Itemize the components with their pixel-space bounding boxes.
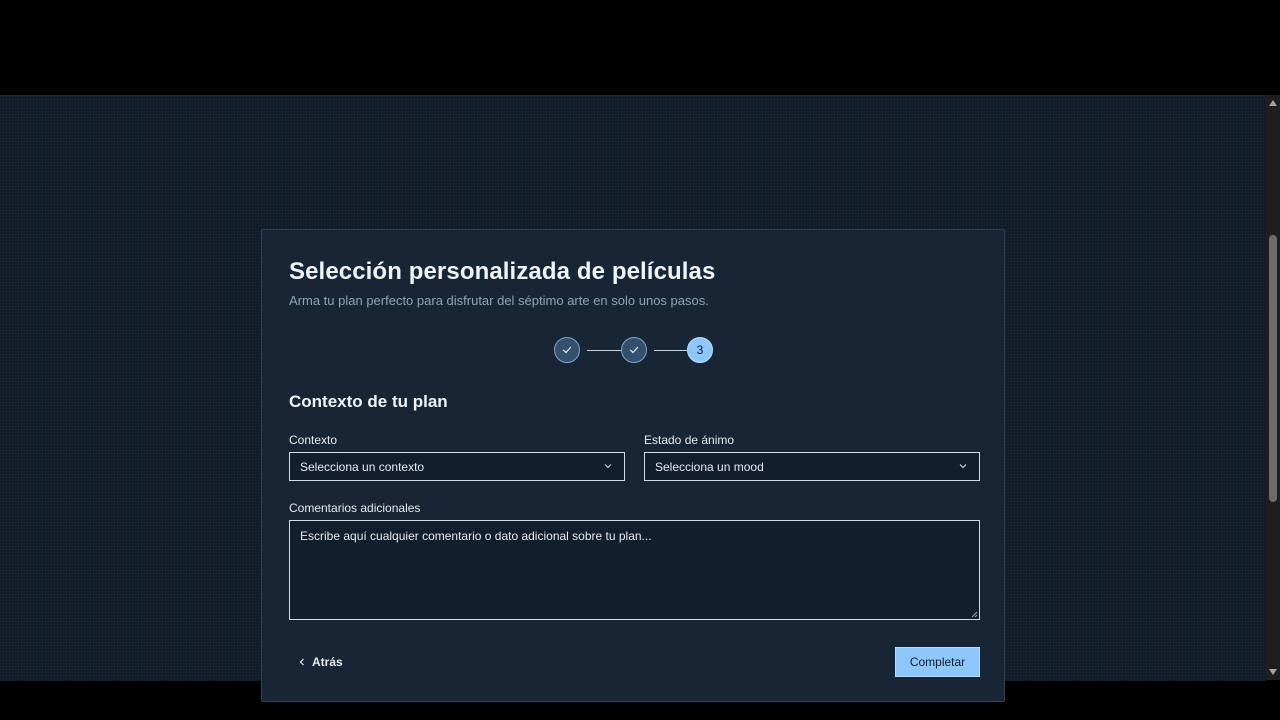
comments-textarea[interactable]: Escribe aquí cualquier comentario o dato… bbox=[289, 520, 980, 620]
scroll-down-icon[interactable] bbox=[1269, 669, 1277, 675]
form-card: Selección personalizada de películas Arm… bbox=[261, 229, 1005, 702]
chevron-down-icon bbox=[959, 464, 967, 469]
stepper: 3 bbox=[554, 337, 715, 365]
context-select-value: Selecciona un contexto bbox=[300, 459, 425, 474]
mood-select-value: Selecciona un mood bbox=[655, 459, 764, 474]
step-number: 3 bbox=[696, 343, 704, 357]
page-title: Selección personalizada de películas bbox=[289, 258, 716, 285]
comments-placeholder: Escribe aquí cualquier comentario o dato… bbox=[300, 529, 652, 543]
mood-select[interactable]: Selecciona un mood bbox=[644, 452, 980, 481]
scrollbar-thumb[interactable] bbox=[1269, 235, 1277, 502]
context-select[interactable]: Selecciona un contexto bbox=[289, 452, 625, 481]
check-icon bbox=[629, 346, 639, 354]
page-subtitle: Arma tu plan perfecto para disfrutar del… bbox=[289, 293, 709, 308]
step-connector bbox=[654, 350, 687, 351]
resize-grip-icon[interactable] bbox=[971, 611, 978, 618]
chevron-down-icon bbox=[604, 464, 612, 469]
comments-label: Comentarios adicionales bbox=[289, 501, 421, 515]
section-title: Contexto de tu plan bbox=[289, 392, 448, 411]
scroll-up-icon[interactable] bbox=[1269, 100, 1277, 106]
mood-label: Estado de ánimo bbox=[644, 433, 735, 447]
check-icon bbox=[562, 346, 572, 354]
chevron-left-icon bbox=[299, 658, 304, 666]
step-connector bbox=[587, 350, 621, 351]
complete-button[interactable]: Completar bbox=[895, 647, 980, 677]
back-button[interactable]: Atrás bbox=[298, 648, 343, 676]
back-button-label: Atrás bbox=[312, 655, 343, 669]
page-background: Selección personalizada de películas Arm… bbox=[0, 95, 1266, 702]
vertical-scrollbar[interactable] bbox=[1266, 95, 1280, 680]
step-2-completed bbox=[621, 337, 647, 363]
step-3-active: 3 bbox=[687, 337, 713, 363]
step-1-completed bbox=[554, 337, 580, 363]
context-label: Contexto bbox=[289, 433, 338, 447]
